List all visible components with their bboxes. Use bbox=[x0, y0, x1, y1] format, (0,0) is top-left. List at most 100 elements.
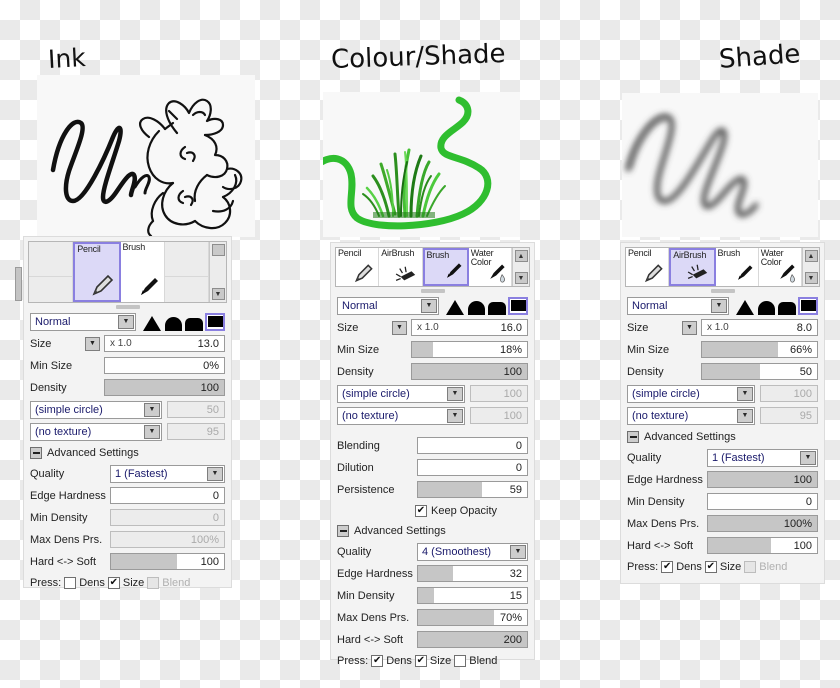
panel-grip[interactable] bbox=[621, 287, 824, 295]
min-density-slider[interactable]: 15 bbox=[417, 587, 528, 604]
brush-shape-row[interactable] bbox=[142, 312, 225, 331]
brush-cell-water-color[interactable]: Water Color bbox=[468, 248, 512, 286]
scroll-down-icon[interactable]: ▼ bbox=[804, 272, 818, 284]
brush-grid[interactable]: Pencil Brush ▼ bbox=[28, 241, 227, 303]
texture-select[interactable]: (no texture) ▼ bbox=[627, 406, 755, 425]
chevron-down-icon[interactable]: ▼ bbox=[510, 544, 526, 559]
min-size-slider[interactable]: 18% bbox=[411, 341, 528, 358]
min-size-slider[interactable]: 66% bbox=[701, 341, 818, 358]
panel-left-scrollbar[interactable] bbox=[15, 267, 22, 301]
shape-square-selected[interactable] bbox=[798, 296, 818, 315]
chevron-down-icon[interactable]: ▼ bbox=[447, 386, 463, 401]
texture-select[interactable]: (no texture) ▼ bbox=[337, 406, 465, 425]
pressure-dens-checkbox[interactable] bbox=[64, 577, 77, 589]
edge-hardness-slider[interactable]: 32 bbox=[417, 565, 528, 582]
quality-select[interactable]: 1 (Fastest) ▼ bbox=[110, 464, 225, 483]
density-slider[interactable]: 100 bbox=[411, 363, 528, 380]
chevron-down-icon[interactable]: ▼ bbox=[737, 408, 753, 423]
brush-cell-pencil[interactable]: Pencil bbox=[73, 242, 121, 302]
brush-grid-scrollbar[interactable]: ▲ ▼ bbox=[512, 248, 529, 286]
quality-select[interactable]: 4 (Smoothest) ▼ bbox=[417, 542, 528, 561]
chevron-down-icon[interactable]: ▼ bbox=[421, 298, 437, 313]
brush-grid-scrollbar[interactable]: ▲ ▼ bbox=[802, 248, 819, 286]
pressure-blend-checkbox[interactable] bbox=[454, 655, 467, 667]
pressure-dens-checkbox[interactable] bbox=[371, 655, 384, 667]
shape-dome[interactable] bbox=[466, 297, 486, 315]
texture-select[interactable]: (no texture) ▼ bbox=[30, 422, 162, 441]
brush-cell-brush[interactable]: Brush bbox=[120, 242, 165, 302]
size-field[interactable]: x 1.0 13.0 bbox=[104, 335, 225, 352]
advanced-settings-toggle[interactable]: Advanced Settings bbox=[331, 521, 534, 541]
collapse-icon[interactable] bbox=[30, 447, 42, 459]
advanced-settings-toggle[interactable]: Advanced Settings bbox=[621, 427, 824, 447]
chevron-down-icon[interactable]: ▼ bbox=[118, 314, 134, 329]
persistence-slider[interactable]: 59 bbox=[417, 481, 528, 498]
quality-select[interactable]: 1 (Fastest) ▼ bbox=[707, 448, 818, 467]
pressure-size-checkbox[interactable] bbox=[414, 655, 427, 667]
max-dens-prs-slider[interactable]: 70% bbox=[417, 609, 528, 626]
brush-shape-row[interactable] bbox=[445, 296, 528, 315]
pressure-size-checkbox[interactable] bbox=[107, 577, 120, 589]
density-slider[interactable]: 100 bbox=[104, 379, 225, 396]
hard-soft-slider[interactable]: 200 bbox=[417, 631, 528, 648]
scroll-down-icon[interactable]: ▼ bbox=[514, 272, 528, 284]
shape-triangle[interactable] bbox=[735, 297, 755, 315]
brush-cell-brush[interactable]: Brush bbox=[715, 248, 759, 286]
brush-cell-brush[interactable]: Brush bbox=[422, 248, 469, 286]
size-mult-toggle[interactable]: ▼ bbox=[392, 320, 407, 335]
brush-cell-water-color[interactable]: Water Color bbox=[758, 248, 802, 286]
chevron-down-icon[interactable]: ▼ bbox=[711, 298, 727, 313]
panel-grip[interactable] bbox=[24, 303, 231, 311]
brush-shape-select[interactable]: (simple circle) ▼ bbox=[30, 400, 162, 419]
scroll-thumb[interactable] bbox=[211, 244, 225, 256]
chevron-down-icon[interactable]: ▼ bbox=[144, 424, 160, 439]
brush-grid-scrollbar[interactable]: ▼ bbox=[209, 242, 226, 302]
hard-soft-slider[interactable]: 100 bbox=[110, 553, 225, 570]
shape-square-selected[interactable] bbox=[205, 312, 225, 331]
scroll-down-icon[interactable]: ▼ bbox=[211, 288, 225, 300]
brush-grid[interactable]: Pencil AirBrush Brush Water Color ▲ ▼ bbox=[335, 247, 530, 287]
chevron-down-icon[interactable]: ▼ bbox=[207, 466, 223, 481]
collapse-icon[interactable] bbox=[627, 431, 639, 443]
brush-cell-airbrush[interactable]: AirBrush bbox=[379, 248, 423, 286]
shape-flat-dome[interactable] bbox=[777, 297, 797, 315]
size-field[interactable]: x 1.0 8.0 bbox=[701, 319, 818, 336]
shape-flat-dome[interactable] bbox=[184, 313, 204, 331]
edge-hardness-slider[interactable]: 0 bbox=[110, 487, 225, 504]
shape-triangle[interactable] bbox=[445, 297, 465, 315]
scroll-up-icon[interactable]: ▲ bbox=[804, 250, 818, 262]
panel-grip[interactable] bbox=[331, 287, 534, 295]
shape-dome[interactable] bbox=[756, 297, 776, 315]
advanced-settings-toggle[interactable]: Advanced Settings bbox=[24, 443, 231, 463]
chevron-down-icon[interactable]: ▼ bbox=[800, 450, 816, 465]
shape-flat-dome[interactable] bbox=[487, 297, 507, 315]
brush-cell-empty-2[interactable] bbox=[164, 242, 209, 302]
chevron-down-icon[interactable]: ▼ bbox=[144, 402, 160, 417]
blending-slider[interactable]: 0 bbox=[417, 437, 528, 454]
min-density-slider[interactable]: 0 bbox=[707, 493, 818, 510]
chevron-down-icon[interactable]: ▼ bbox=[447, 408, 463, 423]
shape-triangle[interactable] bbox=[142, 313, 162, 331]
brush-cell-airbrush[interactable]: AirBrush bbox=[669, 248, 716, 286]
brush-shape-row[interactable] bbox=[735, 296, 818, 315]
max-dens-prs-slider[interactable]: 100% bbox=[707, 515, 818, 532]
blend-mode-select[interactable]: Normal ▼ bbox=[627, 296, 729, 315]
brush-cell-pencil[interactable]: Pencil bbox=[336, 248, 380, 286]
edge-hardness-slider[interactable]: 100 bbox=[707, 471, 818, 488]
brush-shape-select[interactable]: (simple circle) ▼ bbox=[337, 384, 465, 403]
size-mult-toggle[interactable]: ▼ bbox=[682, 320, 697, 335]
scroll-up-icon[interactable]: ▲ bbox=[514, 250, 528, 262]
size-field[interactable]: x 1.0 16.0 bbox=[411, 319, 528, 336]
min-size-slider[interactable]: 0% bbox=[104, 357, 225, 374]
brush-cell-empty[interactable] bbox=[29, 242, 74, 302]
blend-mode-select[interactable]: Normal ▼ bbox=[337, 296, 439, 315]
brush-grid[interactable]: Pencil AirBrush Brush Water Color ▲ ▼ bbox=[625, 247, 820, 287]
density-slider[interactable]: 50 bbox=[701, 363, 818, 380]
dilution-slider[interactable]: 0 bbox=[417, 459, 528, 476]
pressure-size-checkbox[interactable] bbox=[704, 561, 717, 573]
collapse-icon[interactable] bbox=[337, 525, 349, 537]
pressure-dens-checkbox[interactable] bbox=[661, 561, 674, 573]
chevron-down-icon[interactable]: ▼ bbox=[737, 386, 753, 401]
size-mult-toggle[interactable]: ▼ bbox=[85, 336, 100, 351]
shape-dome[interactable] bbox=[163, 313, 183, 331]
